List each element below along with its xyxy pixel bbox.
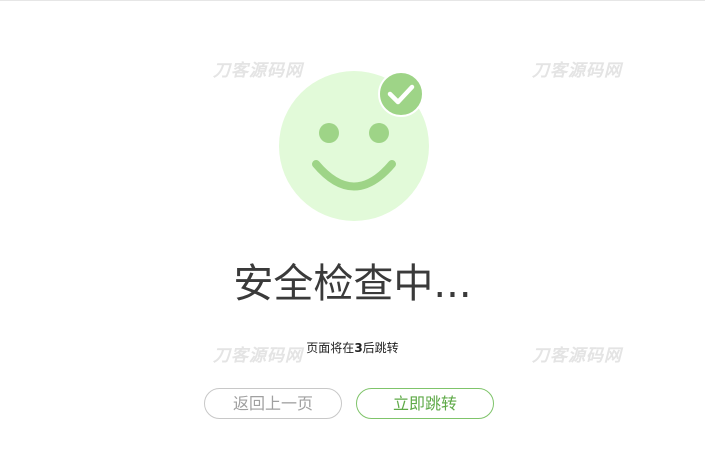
security-check-page: 刀客源码网 刀客源码网 刀客源码网 刀客源码网 安全检查中... 页面将在3后跳…: [0, 0, 705, 459]
page-title: 安全检查中...: [233, 261, 472, 307]
redirect-countdown: 页面将在3后跳转: [0, 339, 705, 357]
countdown-suffix: 后跳转: [362, 341, 399, 355]
countdown-seconds: 3: [354, 341, 363, 355]
left-eye: [319, 123, 339, 143]
right-eye: [369, 123, 389, 143]
check-icon: [378, 71, 424, 117]
redirect-now-button[interactable]: 立即跳转: [356, 388, 494, 419]
back-button[interactable]: 返回上一页: [204, 388, 342, 419]
countdown-prefix: 页面将在: [306, 341, 355, 355]
watermark-text: 刀客源码网: [532, 61, 622, 81]
